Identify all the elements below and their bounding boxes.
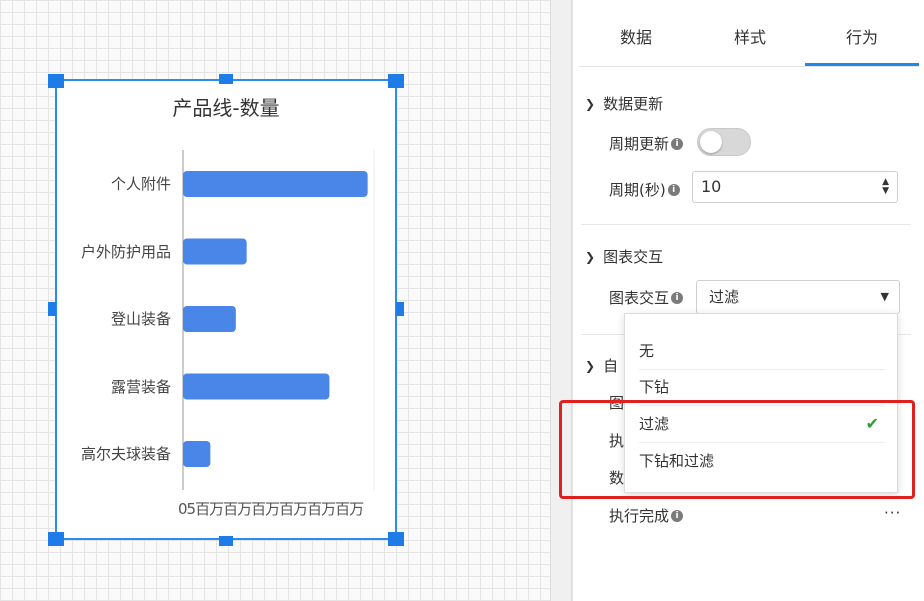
chevron-down-icon: ❯ <box>585 96 596 111</box>
section-data-refresh-header[interactable]: ❯ 数据更新 <box>585 93 663 114</box>
option-label: 下钻和过滤 <box>639 452 715 470</box>
category-label: 登山装备 <box>110 310 171 328</box>
label-text: 执行完成 <box>609 507 670 525</box>
tab-behavior[interactable]: 行为 <box>805 14 919 66</box>
section-title: 图表交互 <box>603 248 664 266</box>
periodic-refresh-label: 周期更新 i <box>609 133 684 154</box>
chevron-down-icon: ❯ <box>585 358 596 373</box>
section-chart-interaction-header[interactable]: ❯ 图表交互 <box>585 246 663 267</box>
dropdown-option-drilldown[interactable]: 下钻 <box>639 369 885 406</box>
exec-done-label: 执行完成 i <box>609 505 684 526</box>
resize-handle-tr[interactable] <box>388 74 404 88</box>
section-custom-header[interactable]: ❯ 自 <box>585 355 618 376</box>
canvas-scroll-strip <box>550 0 572 601</box>
category-label: 个人附件 <box>110 175 171 193</box>
tab-data[interactable]: 数据 <box>579 14 693 66</box>
chart-title: 产品线-数量 <box>172 96 280 120</box>
dropdown-option-drilldown-and-filter[interactable]: 下钻和过滤 <box>639 443 885 479</box>
category-label: 户外防护用品 <box>80 242 171 261</box>
more-options-icon[interactable]: ··· <box>884 504 901 522</box>
chart-widget[interactable] <box>55 79 397 540</box>
label-text: 周期(秒) <box>609 181 666 199</box>
category-label: 高尔夫球装备 <box>80 445 171 463</box>
chart-interaction-select[interactable]: 过滤 ▼ <box>696 280 900 314</box>
info-icon[interactable]: i <box>671 291 684 304</box>
period-seconds-label: 周期(秒) i <box>609 179 680 200</box>
resize-handle-tl[interactable] <box>48 74 64 88</box>
label-text: 周期更新 <box>609 135 670 153</box>
section-divider <box>581 224 911 225</box>
section-title: 数据更新 <box>603 95 664 113</box>
resize-handle-tm[interactable] <box>219 74 233 84</box>
resize-handle-bm[interactable] <box>219 536 233 546</box>
info-icon[interactable]: i <box>667 183 680 196</box>
option-label: 无 <box>639 342 655 360</box>
resize-handle-mr[interactable] <box>396 302 404 316</box>
hidden-row-label: 执 <box>609 432 625 450</box>
panel-tabs: 数据 样式 行为 <box>579 14 919 67</box>
period-seconds-input[interactable]: 10 ▲ ▼ <box>692 171 898 203</box>
option-label: 过滤 <box>639 415 670 433</box>
toggle-knob <box>700 131 722 153</box>
chart-interaction-dropdown: 无 下钻 过滤 ✔ 下钻和过滤 <box>624 313 898 493</box>
resize-handle-bl[interactable] <box>48 532 64 546</box>
info-icon[interactable]: i <box>671 509 684 522</box>
dropdown-option-none[interactable]: 无 <box>639 333 885 370</box>
checkmark-icon: ✔ <box>865 414 879 433</box>
chevron-down-icon: ❯ <box>585 249 596 264</box>
section-title-partial: 自 <box>603 357 619 375</box>
resize-handle-ml[interactable] <box>48 302 56 316</box>
hidden-row-label: 图 <box>609 394 625 412</box>
tab-style[interactable]: 样式 <box>693 14 807 66</box>
label-text: 图表交互 <box>609 289 670 307</box>
input-value: 10 <box>701 177 722 196</box>
caret-down-icon: ▼ <box>880 290 889 303</box>
chart-interaction-label: 图表交互 i <box>609 287 684 308</box>
property-panel: 数据 样式 行为 ❯ 数据更新 周期更新 i 周期(秒) i 10 ▲ ▼ ❯ 图… <box>572 0 924 601</box>
hidden-row-label: 数 <box>609 469 625 487</box>
info-icon[interactable]: i <box>671 137 684 150</box>
periodic-refresh-toggle[interactable] <box>697 128 751 156</box>
select-value: 过滤 <box>709 288 740 306</box>
dropdown-option-filter[interactable]: 过滤 ✔ <box>639 406 885 443</box>
option-label: 下钻 <box>639 378 670 396</box>
x-tick-labels: 05百万百万百万百万百万百万 <box>178 500 364 518</box>
spinner-arrows-icon[interactable]: ▲ ▼ <box>882 178 889 196</box>
resize-handle-br[interactable] <box>388 532 404 546</box>
category-label: 露营装备 <box>110 377 171 396</box>
